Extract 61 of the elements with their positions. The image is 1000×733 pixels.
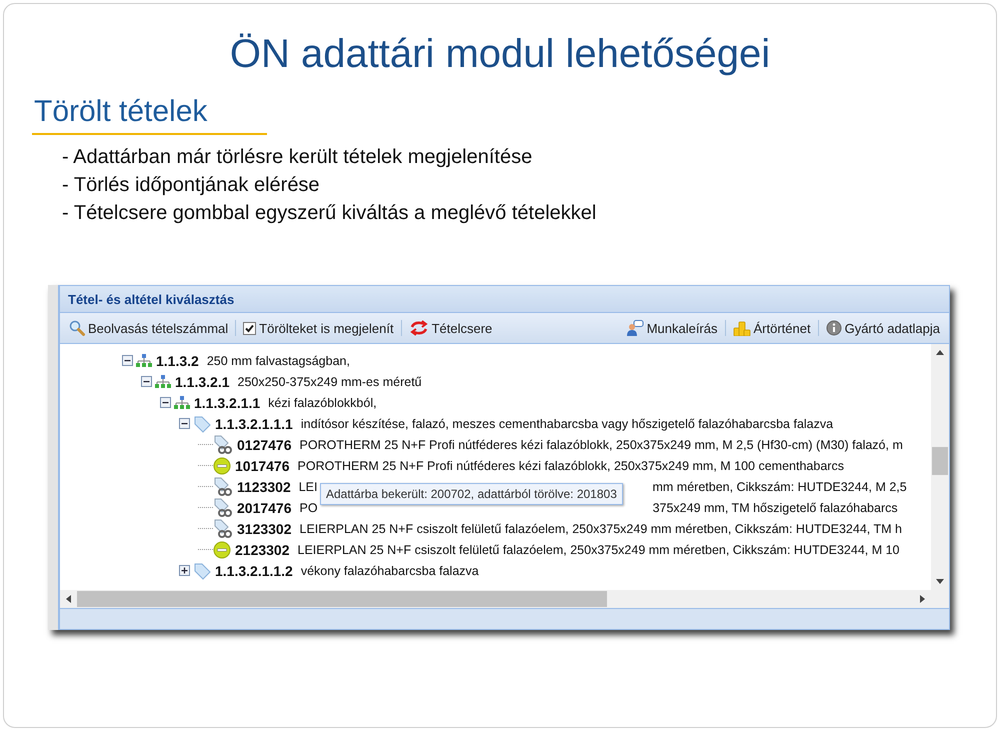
item-description[interactable]: 250x250-375x249 mm-es méretű	[238, 374, 422, 388]
bullet-text: - Tételcsere gombbal egyszerű kiváltás a meglévő tételekkel	[62, 201, 598, 226]
minus-circle-icon	[213, 456, 231, 474]
hierarchy-icon	[136, 354, 152, 368]
item-description[interactable]: PO	[300, 500, 318, 514]
hierarchy-icon	[155, 374, 171, 388]
tag-chain-icon	[213, 434, 233, 454]
collapse-icon[interactable]	[179, 418, 190, 429]
swap-button[interactable]: Tételcsere	[406, 318, 496, 338]
item-code[interactable]: 1.1.3.2.1.1.2	[215, 562, 293, 578]
item-description[interactable]: POROTHERM 25 N+F Profi nútféderes kézi falazóblokk, 250x375x249 mm, M 2,5 (Hf30-cm) (M30) falazó, m	[300, 438, 903, 452]
checkbox-label[interactable]: Törölteket is megjelenít	[259, 320, 394, 336]
item-code[interactable]: 1123302	[237, 478, 291, 494]
hierarchy-icon	[174, 396, 190, 410]
minus-circle-icon	[213, 540, 231, 558]
search-icon	[69, 320, 85, 336]
info-icon	[826, 320, 842, 336]
horizontal-scrollbar[interactable]	[60, 590, 949, 608]
tag-chain-icon	[213, 518, 233, 538]
item-description[interactable]: LEI	[298, 480, 318, 494]
collapse-icon[interactable]	[141, 376, 152, 387]
coins-button[interactable]: Ártörténet	[730, 318, 814, 338]
item-code[interactable]: 3123302	[237, 520, 292, 536]
item-description[interactable]: mm méretben, Cikkszám: HUTDE3244, M 2,5	[652, 480, 907, 494]
vertical-scrollbar[interactable]	[931, 344, 949, 590]
worker-button[interactable]: Munkaleírás	[622, 318, 720, 338]
bullet-text: - Adattárban már törlésre került tételek megjelenítése	[62, 145, 534, 170]
item-code[interactable]: 1.1.3.2.1.1.1	[215, 416, 293, 432]
item-description[interactable]: LEIERPLAN 25 N+F csiszolt felületű falazóelem, 250x375x249 mm méretben, Cikkszám: HUTDE3244, M 10	[298, 542, 900, 556]
collapse-icon[interactable]	[122, 355, 133, 366]
tooltip: Adattárba bekerült: 200702, adattárból törölve: 201803	[320, 483, 623, 505]
item-code[interactable]: 2123302	[235, 542, 290, 558]
checkbox[interactable]	[243, 322, 256, 334]
info-button[interactable]: Gyártó adatlapja	[822, 318, 943, 338]
tag-icon	[193, 562, 211, 580]
item-description[interactable]: vékony falazóhabarcsba falazva	[300, 564, 479, 578]
item-code[interactable]: 1.1.3.2.1	[175, 374, 230, 390]
item-code[interactable]: 1017476	[235, 458, 290, 474]
expand-icon[interactable]	[179, 565, 190, 576]
item-code[interactable]: 2017476	[237, 500, 292, 516]
coins-icon	[732, 320, 750, 336]
tag-chain-icon	[213, 476, 233, 496]
collapse-icon[interactable]	[160, 397, 171, 408]
item-description[interactable]: indítósor készítése, falazó, meszes cementhabarcsba vagy hőszigetelő falazóhabarcsba falazva	[300, 416, 834, 430]
item-code[interactable]: 1.1.3.2	[156, 352, 199, 368]
search-button[interactable]: Beolvasás tételszámmal	[66, 318, 232, 338]
section-heading: Törölt tételek	[34, 95, 208, 129]
item-description[interactable]: kézi falazóblokkból,	[268, 396, 377, 410]
item-code[interactable]: 1.1.3.2.1.1	[194, 394, 260, 410]
person-speech-icon	[626, 320, 644, 336]
window-title: Tétel- és altétel kiválasztás	[60, 286, 949, 313]
bullet-text: - Törlés időpontjának elérése	[62, 173, 321, 198]
item-description[interactable]: 250 mm falvastagságban,	[206, 354, 350, 368]
tag-chain-icon	[213, 498, 233, 518]
swap-arrows-icon	[408, 320, 429, 336]
item-description[interactable]: 375x249 mm, TM hőszigetelő falazóhabarcs	[652, 500, 898, 514]
item-description[interactable]: LEIERPLAN 25 N+F csiszolt felületű falazóelem, 250x375x249 mm méretben, Cikkszám: HUTDE3244, TM h	[300, 522, 902, 536]
item-description[interactable]: POROTHERM 25 N+F Profi nútféderes kézi falazóblokk, 250x375x249 mm, M 100 cementhabarcs	[298, 458, 844, 472]
slide-title: ÖN adattári modul lehetőségei	[228, 32, 772, 77]
tag-icon	[193, 414, 211, 432]
item-code[interactable]: 0127476	[237, 436, 292, 452]
